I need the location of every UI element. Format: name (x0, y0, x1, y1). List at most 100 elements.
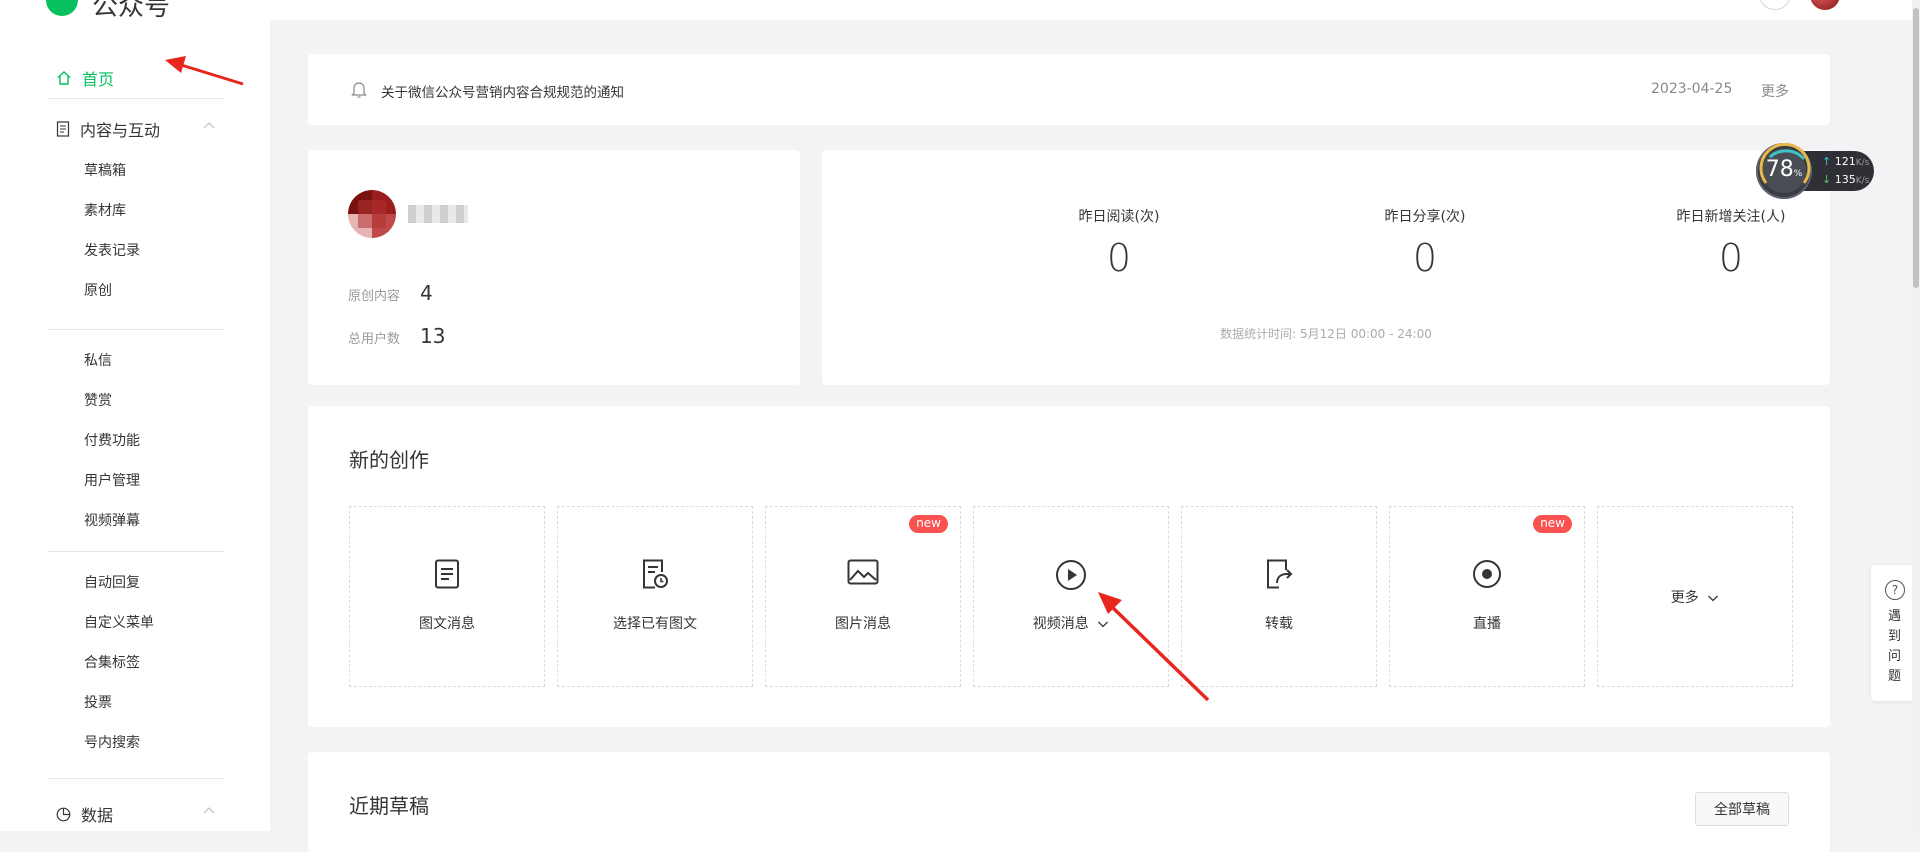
notification-icon[interactable] (1759, 0, 1791, 10)
upload-speed: ↑ 121K/s (1822, 155, 1869, 168)
tile-label: 选择已有图文 (613, 616, 697, 632)
doc-clock-icon (643, 559, 668, 589)
repost-tile[interactable]: 转载 (1181, 506, 1377, 687)
image-icon (847, 559, 879, 585)
sidebar-item-collection-tags[interactable]: 合集标签 (84, 652, 140, 672)
download-value: 135 (1834, 173, 1856, 186)
sidebar-item-video-danmu[interactable]: 视频弹幕 (84, 510, 140, 530)
tile-label: 图文消息 (419, 616, 475, 632)
sidebar-home-label: 首页 (82, 70, 115, 89)
shares-label: 昨日分享(次) (1384, 209, 1466, 225)
original-content-stat: 原创内容 4 (348, 281, 433, 305)
tile-label: 视频消息 (974, 613, 1168, 633)
sidebar: 首页 内容与互动 草稿箱 素材库 发表记录 原创 私信 赞赏 付费功能 用户管理… (0, 20, 270, 831)
bell-icon (351, 82, 367, 98)
recent-drafts-title: 近期草稿 (349, 794, 429, 818)
total-users-label: 总用户数 (348, 332, 401, 347)
select-existing-article-tile[interactable]: 选择已有图文 (557, 506, 753, 687)
network-speed-widget[interactable]: 78% ↑ 121K/s ↓ 135K/s (1756, 143, 1874, 199)
tile-label: 图片消息 (835, 616, 891, 632)
follows-value: 0 (1718, 236, 1744, 280)
sidebar-section-label: 数据 (81, 806, 114, 825)
upload-unit: K/s (1855, 158, 1870, 168)
yesterday-follows-stat: 昨日新增关注(人) 0 (1631, 206, 1831, 280)
create-video-tile[interactable]: 视频消息 (973, 506, 1169, 687)
sidebar-item-vote[interactable]: 投票 (84, 692, 112, 712)
usage-percent: 78% (1756, 157, 1812, 182)
sidebar-item-auto-reply[interactable]: 自动回复 (84, 572, 140, 592)
all-drafts-button[interactable]: 全部草稿 (1695, 792, 1789, 826)
sidebar-item-search[interactable]: 号内搜索 (84, 732, 140, 752)
chevron-up-icon[interactable] (202, 805, 216, 815)
stats-time-note: 数据统计时间: 5月12日 00:00 - 24:00 (1220, 327, 1432, 341)
down-arrow-icon: ↓ (1822, 173, 1832, 186)
upload-value: 121 (1834, 155, 1856, 168)
up-arrow-icon: ↑ (1822, 155, 1832, 168)
sidebar-divider (48, 329, 225, 330)
sidebar-item-drafts[interactable]: 草稿箱 (84, 160, 126, 180)
total-users-value[interactable]: 13 (420, 324, 445, 348)
sidebar-item-appreciation[interactable]: 赞赏 (84, 390, 112, 410)
document-icon (56, 121, 70, 137)
sidebar-item-home[interactable]: 首页 (56, 66, 114, 90)
user-avatar[interactable] (1810, 0, 1840, 10)
doc-icon (435, 559, 459, 589)
reads-value: 0 (1106, 236, 1132, 280)
question-icon: ? (1885, 580, 1905, 600)
recent-drafts-card: 近期草稿 全部草稿 (308, 752, 1830, 852)
sidebar-item-users[interactable]: 用户管理 (84, 470, 140, 490)
create-image-tile[interactable]: new 图片消息 (765, 506, 961, 687)
play-icon (1056, 560, 1086, 590)
new-badge: new (1533, 515, 1572, 533)
account-profile-card: 原创内容 4 总用户数 13 (308, 150, 800, 385)
sidebar-section-data[interactable]: 数据 (56, 802, 216, 826)
home-icon (57, 71, 71, 85)
yesterday-stats-card: 昨日阅读(次) 0 昨日分享(次) 0 昨日新增关注(人) 0 数据统计时间: … (822, 150, 1830, 385)
reads-label: 昨日阅读(次) (1078, 209, 1160, 225)
sidebar-divider (48, 778, 225, 779)
sidebar-item-custom-menu[interactable]: 自定义菜单 (84, 612, 154, 632)
download-speed: ↓ 135K/s (1822, 173, 1869, 186)
sidebar-item-paid[interactable]: 付费功能 (84, 430, 140, 450)
follows-label: 昨日新增关注(人) (1676, 209, 1786, 225)
live-tile[interactable]: new 直播 (1389, 506, 1585, 687)
yesterday-reads-stat: 昨日阅读(次) 0 (1019, 206, 1219, 280)
more-creation-tile[interactable]: 更多 (1597, 506, 1793, 687)
new-badge: new (909, 515, 948, 533)
create-article-tile[interactable]: 图文消息 (349, 506, 545, 687)
page-scrollbar-thumb[interactable] (1913, 8, 1919, 288)
pie-chart-icon (56, 807, 71, 822)
usage-percent-value: 78 (1765, 157, 1794, 182)
more-label: 更多 (1670, 590, 1699, 606)
notice-more-link[interactable]: 更多 (1761, 81, 1789, 101)
chevron-up-icon[interactable] (202, 120, 216, 130)
chevron-down-icon[interactable] (1097, 620, 1109, 628)
wechat-logo-icon (46, 0, 78, 16)
original-content-label: 原创内容 (348, 289, 401, 304)
help-label: 遇到问题 (1888, 609, 1902, 684)
sidebar-divider (48, 98, 225, 99)
notice-link[interactable]: 关于微信公众号营销内容合规规范的通知 (381, 81, 624, 101)
tile-label: 直播 (1473, 616, 1501, 632)
notice-card: 关于微信公众号营销内容合规规范的通知 2023-04-25 更多 (308, 54, 1830, 125)
video-tile-label: 视频消息 (1032, 616, 1089, 632)
shares-value: 0 (1412, 236, 1438, 280)
sidebar-item-materials[interactable]: 素材库 (84, 200, 126, 220)
total-users-stat: 总用户数 13 (348, 324, 445, 348)
notice-date: 2023-04-25 (1651, 81, 1733, 97)
tile-label: 转载 (1265, 616, 1293, 632)
sidebar-section-content[interactable]: 内容与互动 (56, 117, 216, 141)
account-avatar[interactable] (348, 190, 396, 238)
more-creation-label: 更多 (1598, 587, 1792, 607)
sidebar-item-publish-records[interactable]: 发表记录 (84, 240, 140, 260)
share-icon (1267, 559, 1293, 589)
brand-title: 公众号 (92, 0, 171, 20)
usage-percent-unit: % (1793, 169, 1803, 179)
account-name-blurred (408, 205, 468, 223)
sidebar-item-messages[interactable]: 私信 (84, 350, 112, 370)
top-bar: 公众号 (0, 0, 1920, 20)
live-icon (1473, 560, 1501, 588)
sidebar-item-original[interactable]: 原创 (84, 280, 112, 300)
original-content-value[interactable]: 4 (420, 281, 433, 305)
chevron-down-icon (1708, 595, 1719, 602)
